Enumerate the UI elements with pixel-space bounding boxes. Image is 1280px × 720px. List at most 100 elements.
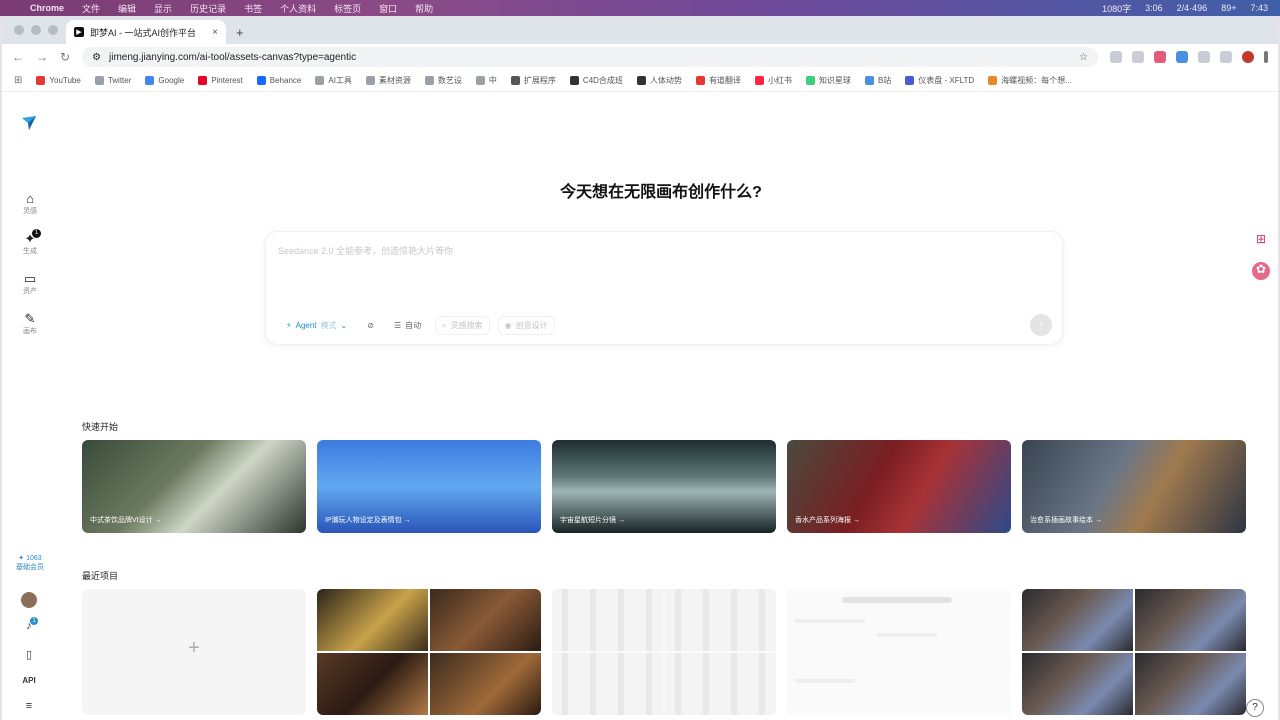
new-project-card[interactable]: + [82,589,306,715]
reload-icon[interactable]: ↻ [60,50,70,64]
menubar-status[interactable]: 1080字 [1102,2,1131,15]
extension-icon[interactable] [1176,51,1188,63]
bookmark-item[interactable]: Twitter [94,76,132,85]
menubar-item[interactable]: 窗口 [379,2,397,15]
extension-icon[interactable] [1198,51,1210,63]
menubar-item[interactable]: 编辑 [118,2,136,15]
menubar-item[interactable]: 历史记录 [190,2,226,15]
bookmark-item[interactable]: 小红书 [754,75,792,86]
profile-avatar[interactable] [1242,51,1254,63]
bookmark-item[interactable]: 中 [475,75,497,86]
close-tab-icon[interactable]: × [212,27,218,38]
menubar-item[interactable]: 文件 [82,2,100,15]
url-field[interactable]: ⚙ jimeng.jianying.com/ai-tool/assets-can… [82,47,1098,67]
mobile-icon[interactable]: ▯ [21,648,37,661]
recent-projects-title: 最近项目 [82,571,119,581]
bookmark-item[interactable]: 扩展程序 [510,75,556,86]
minimize-window-button[interactable] [31,25,41,35]
extension-icon[interactable] [1220,51,1232,63]
auto-ratio-button[interactable]: ☰ 自动 [388,317,427,334]
sidebar-item-4[interactable]: ✎ 画布 [14,312,46,336]
bookmark-item[interactable]: Behance [256,76,302,85]
side-panel-icon[interactable]: ⊞ [1252,232,1270,250]
sidebar-item-3[interactable]: ▭ 资产 [14,272,46,296]
bookmark-item[interactable]: YouTube [36,76,81,85]
bookmark-item[interactable]: 仪表盘 - XFLTD [905,75,974,86]
bookmark-item[interactable]: 数艺设 [424,75,462,86]
menubar-item[interactable]: 显示 [154,2,172,15]
bookmark-label: 数艺设 [437,76,462,85]
apps-grid-icon[interactable]: ⊞ [14,75,22,86]
jimeng-logo-icon[interactable] [20,114,38,132]
zoom-window-button[interactable] [48,25,58,35]
quick-start-card[interactable]: 中式茶饮品牌VI设计 → [82,440,306,533]
tab-title: 即梦AI - 一站式AI创作平台 [90,27,197,38]
more-menu-icon[interactable] [1264,51,1268,63]
extension-icon[interactable] [1110,51,1122,63]
menubar-status[interactable]: 7:43 [1250,3,1268,13]
quick-start-card[interactable]: 宇宙星航短片分镜 → [552,440,776,533]
bookmark-label: 知识星球 [818,76,851,85]
bookmark-star-icon[interactable]: ☆ [1079,52,1088,63]
browser-tab[interactable]: ▶ 即梦AI - 一站式AI创作平台 × [66,20,226,44]
send-button[interactable]: ↑ [1030,314,1052,336]
new-tab-button[interactable]: + [236,20,244,44]
back-icon[interactable]: ← [12,50,24,64]
menubar-item[interactable]: 标签页 [334,2,361,15]
quick-start-card[interactable]: IP潮玩人物设定及表情包 → [317,440,541,533]
bookmark-item[interactable]: Pinterest [198,76,243,85]
bookmark-label: Twitter [107,76,132,85]
creative-design-button[interactable]: ◉ 创意设计 [497,316,555,335]
recent-project-card[interactable] [787,589,1011,715]
bookmark-item[interactable]: 素材资源 [365,75,411,86]
recent-project-card[interactable] [552,589,776,715]
sidebar-item-2[interactable]: ✦ 1 生成 [14,229,46,256]
menubar-status[interactable]: 3:06 [1145,3,1163,13]
sidebar-item-label: 生成 [23,248,37,255]
bookmark-favicon-icon [864,76,874,85]
bookmark-item[interactable]: Google [145,76,184,85]
composer-toolbar: ⚡ Agent 模式 ⌄ ⊘ ☰ 自动 ⌕ 灵感搜索 ◉ 创意设计 [280,316,555,335]
attach-button[interactable]: ⊘ [361,318,380,333]
notification-bell-icon[interactable]: ♪ 1 [21,617,38,632]
bookmark-favicon-icon [424,76,434,85]
prompt-composer[interactable]: Seedance 2.0 全能参考，创造惊艳大片等你 ⚡ Agent 模式 ⌄ … [265,231,1063,345]
recent-project-card[interactable] [317,589,541,715]
user-avatar[interactable] [21,592,37,608]
bookmark-item[interactable]: B站 [864,75,891,86]
mascot-icon[interactable]: ✿ [1252,262,1270,280]
quick-start-card[interactable]: 治愈系插画故事绘本 → [1022,440,1246,533]
bookmark-item[interactable]: AI工具 [315,75,352,86]
menubar-status[interactable]: 89+ [1221,3,1236,13]
menubar-item[interactable]: 书签 [244,2,262,15]
menu-icon[interactable]: ≡ [21,700,37,712]
bookmark-item[interactable]: C4D合成班 [569,75,623,86]
recent-project-card[interactable] [1022,589,1246,715]
bookmark-label: YouTube [49,76,81,85]
bookmark-favicon-icon [754,76,764,85]
forward-icon[interactable]: → [36,50,48,64]
bookmark-item[interactable]: 有道翻译 [695,75,741,86]
agent-mode-dropdown[interactable]: ⚡ Agent 模式 ⌄ [280,317,353,334]
bookmark-favicon-icon [695,76,705,85]
extension-icon[interactable] [1132,51,1144,63]
prompt-input[interactable]: Seedance 2.0 全能参考，创造惊艳大片等你 [278,244,453,257]
api-link[interactable]: API [21,676,37,685]
jimeng-favicon-icon: ▶ [74,27,84,37]
inspiration-search-button[interactable]: ⌕ 灵感搜索 [435,316,490,335]
bookmark-item[interactable]: 海螺视频：每个想... [988,75,1072,86]
extension-icon[interactable] [1154,51,1166,63]
site-info-icon[interactable]: ⚙ [92,52,101,63]
canvas-icon: ✎ [24,311,36,326]
menubar-item[interactable]: Chrome [30,3,64,13]
bookmark-item[interactable]: 知识星球 [805,75,851,86]
close-window-button[interactable] [14,25,24,35]
menubar-status[interactable]: 2/4·496 [1177,3,1208,13]
credits-widget[interactable]: ✦ 1063 基础会员 [12,554,48,572]
bookmark-item[interactable]: 人体动势 [636,75,682,86]
menubar-item[interactable]: 个人资料 [280,2,316,15]
menubar-item[interactable]: 帮助 [415,2,433,15]
bookmark-label: Behance [269,76,302,85]
quick-start-card[interactable]: 香水产品系列海报 → [787,440,1011,533]
help-button[interactable]: ? [1246,699,1264,717]
